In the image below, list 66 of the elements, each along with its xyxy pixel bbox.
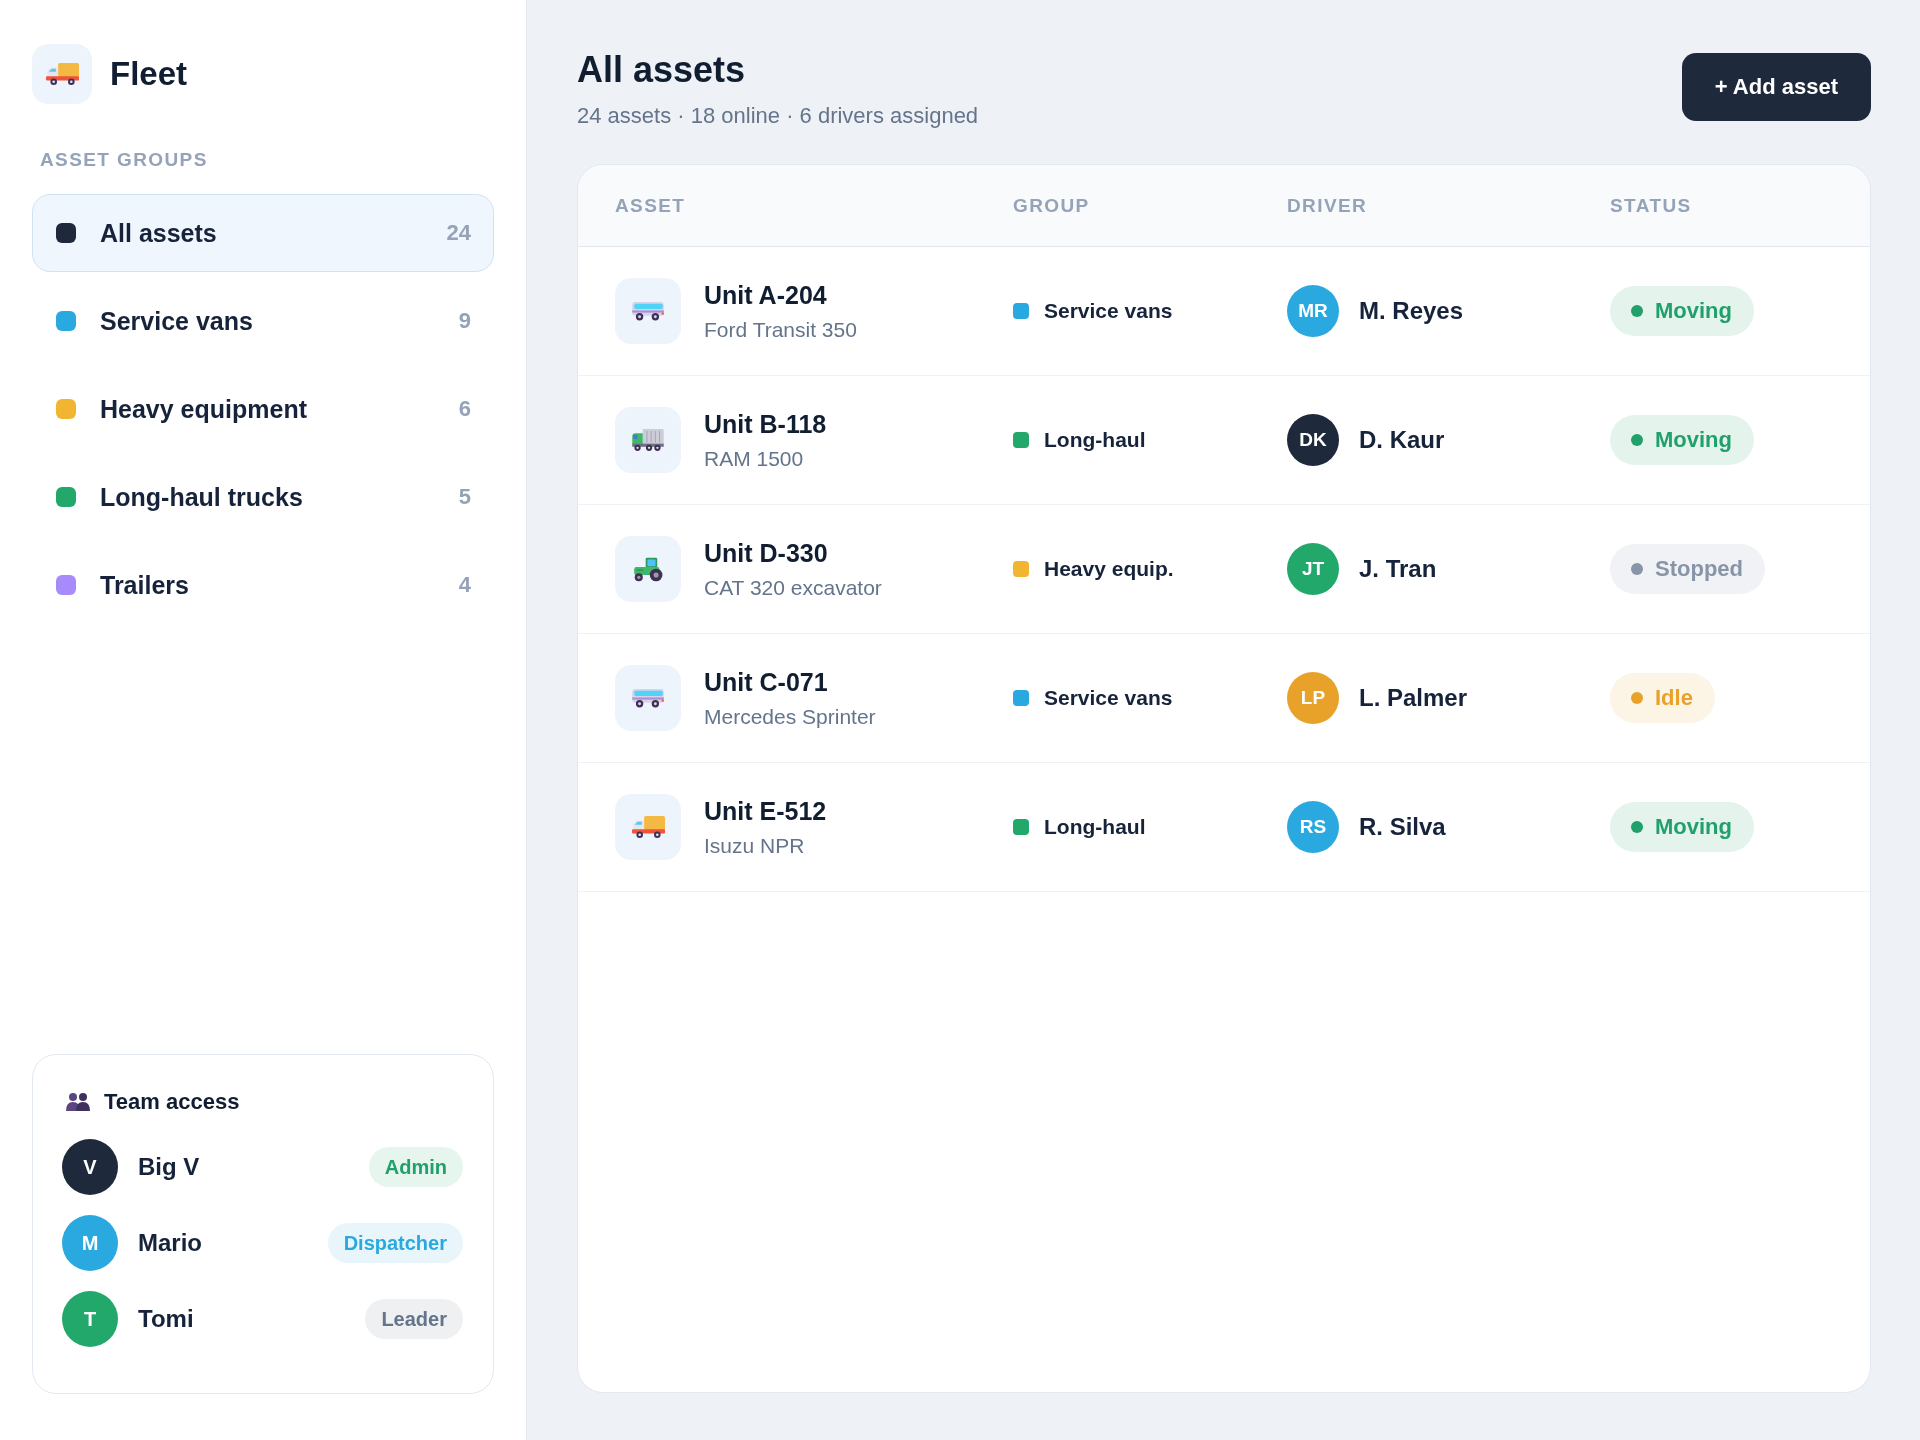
driver-name: D. Kaur [1359,426,1445,454]
group-name: Heavy equip. [1044,557,1174,581]
member-name: Tomi [138,1305,195,1333]
section-label: ASSET GROUPS [40,148,209,172]
asset-name: Unit E-512 [704,796,827,827]
driver-name: M. Reyes [1359,297,1464,325]
app-title: Fleet [110,54,188,94]
member-name: Mario [138,1229,203,1257]
item-count: 9 [458,308,471,334]
add-asset-button[interactable]: + Add asset [1681,53,1871,121]
sidebar-item[interactable]: All assets 24 [32,194,494,272]
truck-icon [615,794,681,860]
item-count: 4 [458,572,471,598]
van-icon [615,665,681,731]
item-count: 24 [446,220,471,246]
page-title: All assets [577,48,747,92]
lorry-icon [615,407,681,473]
avatar: LP [1287,672,1339,724]
driver-name: J. Tran [1359,555,1437,583]
panel-title: Team access [104,1088,240,1116]
asset-name: Unit D-330 [704,538,829,569]
status-label: Moving [1655,427,1732,453]
role-badge: Leader [365,1299,463,1339]
status-label: Stopped [1655,556,1743,582]
asset-name: Unit A-204 [704,280,828,311]
group-name: Service vans [1044,686,1173,710]
group-name: Long-haul [1044,428,1146,452]
avatar: M [62,1215,118,1271]
asset-model: Isuzu NPR [704,833,806,859]
status-label: Moving [1655,814,1732,840]
item-count: 5 [458,484,471,510]
asset-name: Unit B-118 [704,409,827,440]
role-badge: Admin [368,1147,463,1187]
column-header: GROUP [1013,194,1090,217]
page-subtitle: 24 assets · 18 online · 6 drivers assigned [577,102,979,130]
van-icon [615,278,681,344]
people-icon [66,1093,90,1111]
asset-model: RAM 1500 [704,446,805,472]
column-header: DRIVER [1287,194,1368,217]
group-name: Long-haul [1044,815,1146,839]
avatar: JT [1287,543,1339,595]
truck-icon [32,44,92,104]
driver-name: L. Palmer [1359,684,1468,712]
sidebar-item[interactable]: Heavy equipment 6 [32,370,494,448]
tractor-icon [615,536,681,602]
status-label: Idle [1655,685,1693,711]
sidebar-item[interactable]: Trailers 4 [32,546,494,624]
item-count: 6 [458,396,471,422]
asset-model: Ford Transit 350 [704,317,857,343]
role-badge: Dispatcher [327,1223,463,1263]
member-name: Big V [138,1153,201,1181]
column-header: STATUS [1610,194,1692,217]
avatar: RS [1287,801,1339,853]
group-name: Service vans [1044,299,1173,323]
asset-model: Mercedes Sprinter [704,704,876,730]
status-label: Moving [1655,298,1732,324]
sidebar-item[interactable]: Long-haul trucks 5 [32,458,494,536]
avatar: V [62,1139,118,1195]
column-header: ASSET [615,194,686,217]
avatar: MR [1287,285,1339,337]
avatar: DK [1287,414,1339,466]
asset-name: Unit C-071 [704,667,829,698]
sidebar-item[interactable]: Service vans 9 [32,282,494,360]
avatar: T [62,1291,118,1347]
asset-model: CAT 320 excavator [704,575,882,601]
driver-name: R. Silva [1359,813,1446,841]
